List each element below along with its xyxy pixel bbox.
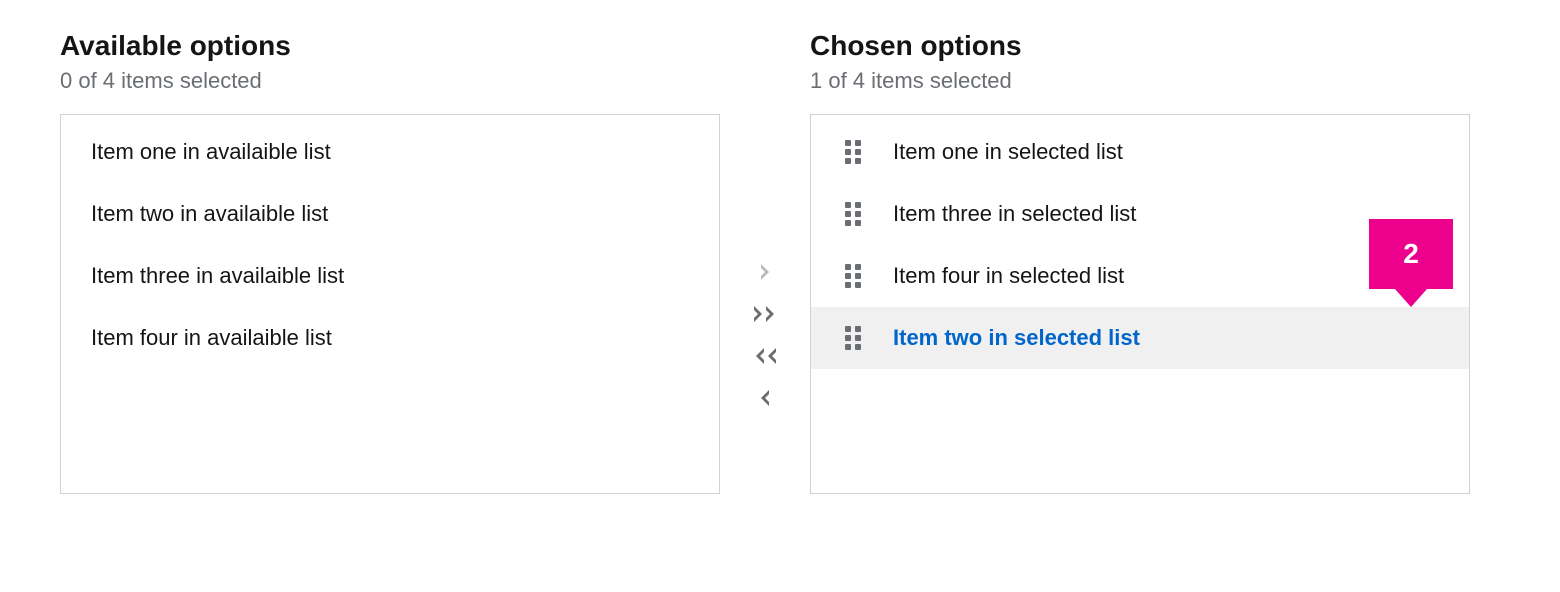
callout-badge: 2 [1369, 219, 1453, 289]
drag-handle-icon[interactable] [841, 326, 865, 350]
chosen-status: 1 of 4 items selected [810, 68, 1470, 94]
available-panel: Available options 0 of 4 items selected … [60, 30, 720, 494]
list-item[interactable]: Item one in selected list [811, 121, 1469, 183]
list-item[interactable]: Item three in availaible list [61, 245, 719, 307]
item-label: Item two in selected list [893, 325, 1140, 351]
list-item[interactable]: Item four in availaible list [61, 307, 719, 369]
chevron-left-icon [758, 388, 772, 408]
add-button[interactable] [750, 260, 780, 284]
item-label: Item three in availaible list [91, 263, 344, 289]
drag-handle-icon[interactable] [841, 140, 865, 164]
drag-handle-icon[interactable] [841, 264, 865, 288]
list-item[interactable]: Item two in availaible list [61, 183, 719, 245]
available-title: Available options [60, 30, 720, 62]
add-all-button[interactable] [750, 302, 780, 326]
list-item[interactable]: Item two in selected list 2 [811, 307, 1469, 369]
transfer-controls [740, 30, 790, 410]
double-chevron-right-icon [752, 304, 778, 324]
chevron-right-icon [758, 262, 772, 282]
double-chevron-left-icon [752, 346, 778, 366]
drag-handle-icon[interactable] [841, 202, 865, 226]
chosen-panel: Chosen options 1 of 4 items selected Ite… [810, 30, 1470, 494]
item-label: Item two in availaible list [91, 201, 328, 227]
available-listbox[interactable]: Item one in availaible list Item two in … [60, 114, 720, 494]
available-status: 0 of 4 items selected [60, 68, 720, 94]
item-label: Item one in selected list [893, 139, 1123, 165]
chosen-title: Chosen options [810, 30, 1470, 62]
item-label: Item four in selected list [893, 263, 1124, 289]
item-label: Item three in selected list [893, 201, 1136, 227]
list-item[interactable]: Item one in availaible list [61, 121, 719, 183]
remove-button[interactable] [750, 386, 780, 410]
remove-all-button[interactable] [750, 344, 780, 368]
item-label: Item one in availaible list [91, 139, 331, 165]
item-label: Item four in availaible list [91, 325, 332, 351]
chosen-listbox[interactable]: Item one in selected list Item three in … [810, 114, 1470, 494]
callout-label: 2 [1403, 238, 1419, 270]
